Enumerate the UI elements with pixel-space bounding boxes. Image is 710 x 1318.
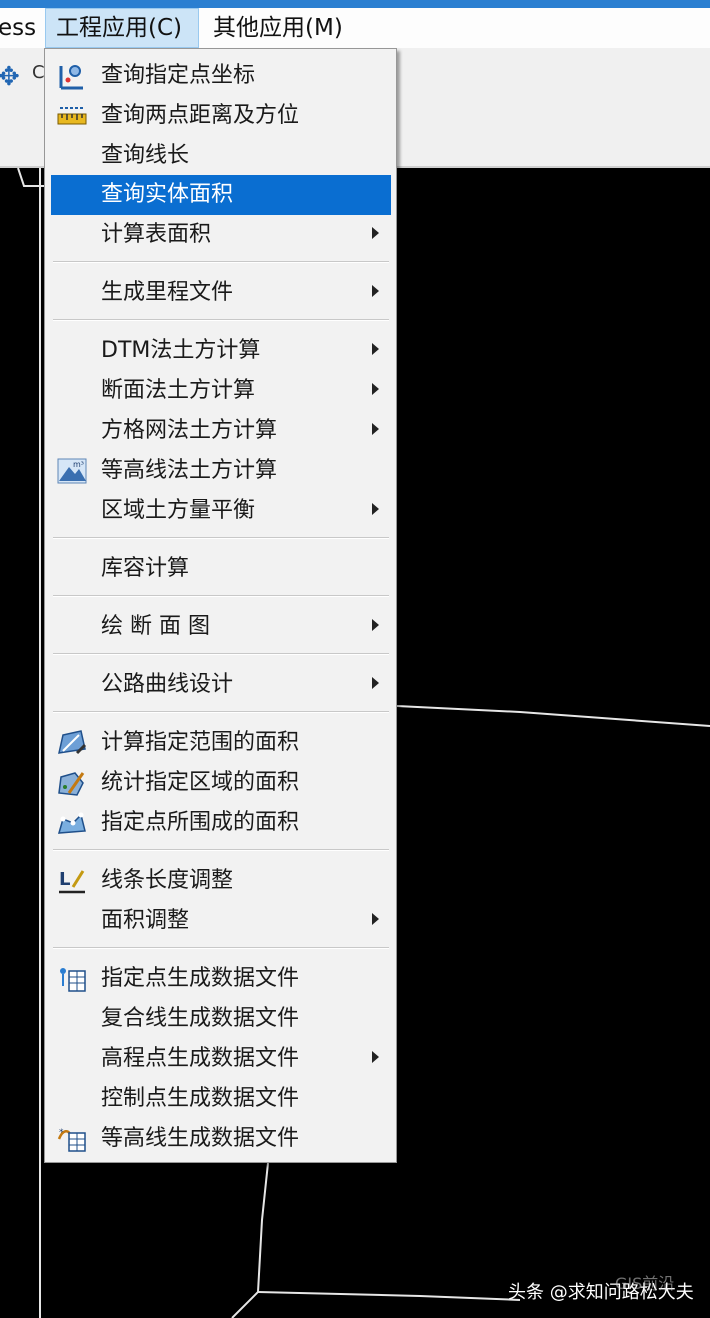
watermark-overlay: GIS前沿: [615, 1274, 675, 1293]
menu-item-grid-earthwork[interactable]: 方格网法土方计算: [51, 411, 391, 451]
svg-text:*: *: [59, 1128, 64, 1138]
submenu-arrow-icon: [372, 503, 379, 515]
menu-item-query-distance-bearing[interactable]: 查询两点距离及方位: [51, 96, 391, 136]
menu-item-section-earthwork[interactable]: 断面法土方计算: [51, 371, 391, 411]
menu-separator: [53, 711, 389, 713]
menu-item-dtm-earthwork[interactable]: DTM法土方计算: [51, 331, 391, 371]
menu-item-elevation-to-datafile[interactable]: 高程点生成数据文件: [51, 1039, 391, 1079]
points-area-icon: [57, 812, 86, 834]
svg-text:m³: m³: [73, 460, 84, 469]
canvas-polyline: [396, 705, 710, 727]
menu-item-road-curve-design[interactable]: 公路曲线设计: [51, 665, 391, 705]
menu-separator: [53, 653, 389, 655]
engineering-dropdown-menu: 查询指定点坐标 查询两点距离及方位 查询线长 查询实体面积 计算表面积 生成里程…: [44, 48, 397, 1163]
menu-item-region-earthwork-balance[interactable]: 区域土方量平衡: [51, 491, 391, 531]
line-length-icon: L: [59, 869, 85, 894]
submenu-arrow-icon: [372, 423, 379, 435]
menu-item-query-entity-area[interactable]: 查询实体面积: [51, 175, 391, 215]
menu-item-range-area[interactable]: 计算指定范围的面积: [51, 723, 391, 763]
menu-item-contour-earthwork[interactable]: m³ 等高线法土方计算: [51, 451, 391, 491]
menu-separator: [53, 595, 389, 597]
submenu-arrow-icon: [372, 285, 379, 297]
menu-item-contour-to-datafile[interactable]: * 等高线生成数据文件: [51, 1119, 391, 1159]
menu-separator: [53, 947, 389, 949]
contour-volume-icon: m³: [57, 458, 87, 484]
submenu-arrow-icon: [372, 677, 379, 689]
menu-separator: [53, 849, 389, 851]
submenu-arrow-icon: [372, 1051, 379, 1063]
menu-item-region-area-stats[interactable]: 统计指定区域的面积: [51, 763, 391, 803]
range-area-icon: [58, 730, 87, 755]
menu-separator: [53, 319, 389, 321]
ruler-icon: [57, 107, 87, 125]
submenu-arrow-icon: [372, 227, 379, 239]
submenu-arrow-icon: [372, 383, 379, 395]
menu-item-reservoir-capacity[interactable]: 库容计算: [51, 549, 391, 589]
svg-text:L: L: [59, 869, 70, 890]
submenu-arrow-icon: [372, 619, 379, 631]
contour-datafile-icon: *: [57, 1128, 86, 1152]
point-coordinate-icon: [59, 65, 83, 90]
menu-item-generate-mileage-file[interactable]: 生成里程文件: [51, 273, 391, 313]
menu-item-calc-surface-area[interactable]: 计算表面积: [51, 215, 391, 255]
menu-item-query-point-coordinate[interactable]: 查询指定点坐标: [51, 56, 391, 96]
menu-item-points-to-datafile[interactable]: 指定点生成数据文件: [51, 959, 391, 999]
menu-item-polyline-to-datafile[interactable]: 复合线生成数据文件: [51, 999, 391, 1039]
submenu-arrow-icon: [372, 343, 379, 355]
canvas-polyline: [257, 1291, 521, 1301]
canvas-polyline: [231, 1162, 269, 1318]
region-area-icon: [58, 772, 85, 796]
menu-separator: [53, 261, 389, 263]
menu-item-line-length-adjust[interactable]: L 线条长度调整: [51, 861, 391, 901]
menu-item-control-point-to-datafile[interactable]: 控制点生成数据文件: [51, 1079, 391, 1119]
menu-item-points-enclosed-area[interactable]: 指定点所围成的面积: [51, 803, 391, 843]
menu-item-area-adjust[interactable]: 面积调整: [51, 901, 391, 941]
points-datafile-icon: [60, 968, 86, 992]
menu-item-query-line-length[interactable]: 查询线长: [51, 136, 391, 176]
menu-separator: [53, 537, 389, 539]
menu-item-draw-section[interactable]: 绘 断 面 图: [51, 607, 391, 647]
submenu-arrow-icon: [372, 913, 379, 925]
